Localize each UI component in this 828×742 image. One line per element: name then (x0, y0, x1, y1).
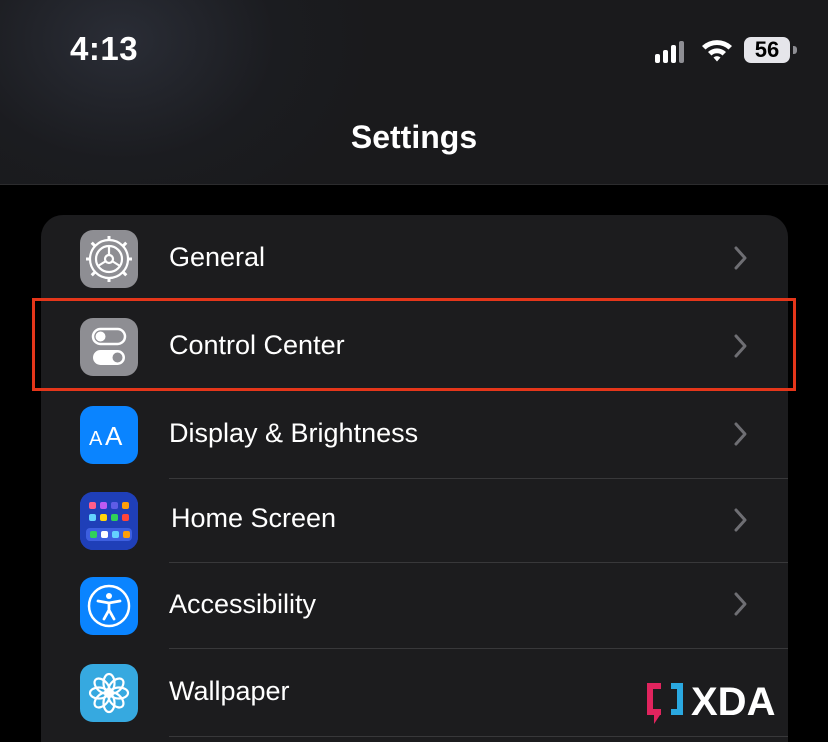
settings-item-label: Home Screen (171, 503, 337, 533)
settings-item-label: General (169, 242, 266, 272)
settings-screen: 4:13 56 Settings General Control Center … (0, 0, 828, 742)
chevron-right-icon (734, 592, 747, 616)
accessibility-icon (80, 577, 138, 635)
wifi-icon (702, 40, 732, 62)
gear-icon (80, 230, 138, 288)
chevron-right-icon (734, 508, 747, 532)
settings-item-home-screen[interactable]: Home Screen (41, 479, 788, 563)
settings-item-label: Display & Brightness (169, 418, 419, 448)
battery-indicator: 56 (744, 37, 790, 63)
svg-text:A: A (105, 421, 123, 451)
xda-watermark: XDA (645, 677, 815, 727)
settings-item-label: Accessibility (169, 589, 317, 619)
battery-tip (793, 46, 797, 54)
app-grid-icon (80, 492, 138, 550)
settings-item-accessibility[interactable]: Accessibility (41, 563, 788, 649)
settings-item-label: Wallpaper (169, 676, 290, 706)
svg-text:A: A (89, 428, 103, 450)
flower-icon (80, 664, 138, 722)
row-separator (169, 736, 788, 737)
status-time: 4:13 (70, 30, 139, 67)
chevron-right-icon (734, 246, 747, 270)
settings-list: General Control Center A A Display & Bri… (41, 215, 788, 742)
battery-level: 56 (754, 37, 780, 62)
chevron-right-icon (734, 422, 747, 446)
settings-item-general[interactable]: General (41, 215, 788, 303)
highlight-box (32, 298, 796, 391)
settings-item-display-brightness[interactable]: A A Display & Brightness (41, 391, 788, 479)
watermark-text: XDA (691, 680, 775, 724)
text-size-icon: A A (80, 406, 138, 464)
page-title: Settings (350, 119, 478, 155)
nav-header: 4:13 56 Settings (0, 0, 828, 185)
cellular-signal-icon (655, 39, 691, 63)
